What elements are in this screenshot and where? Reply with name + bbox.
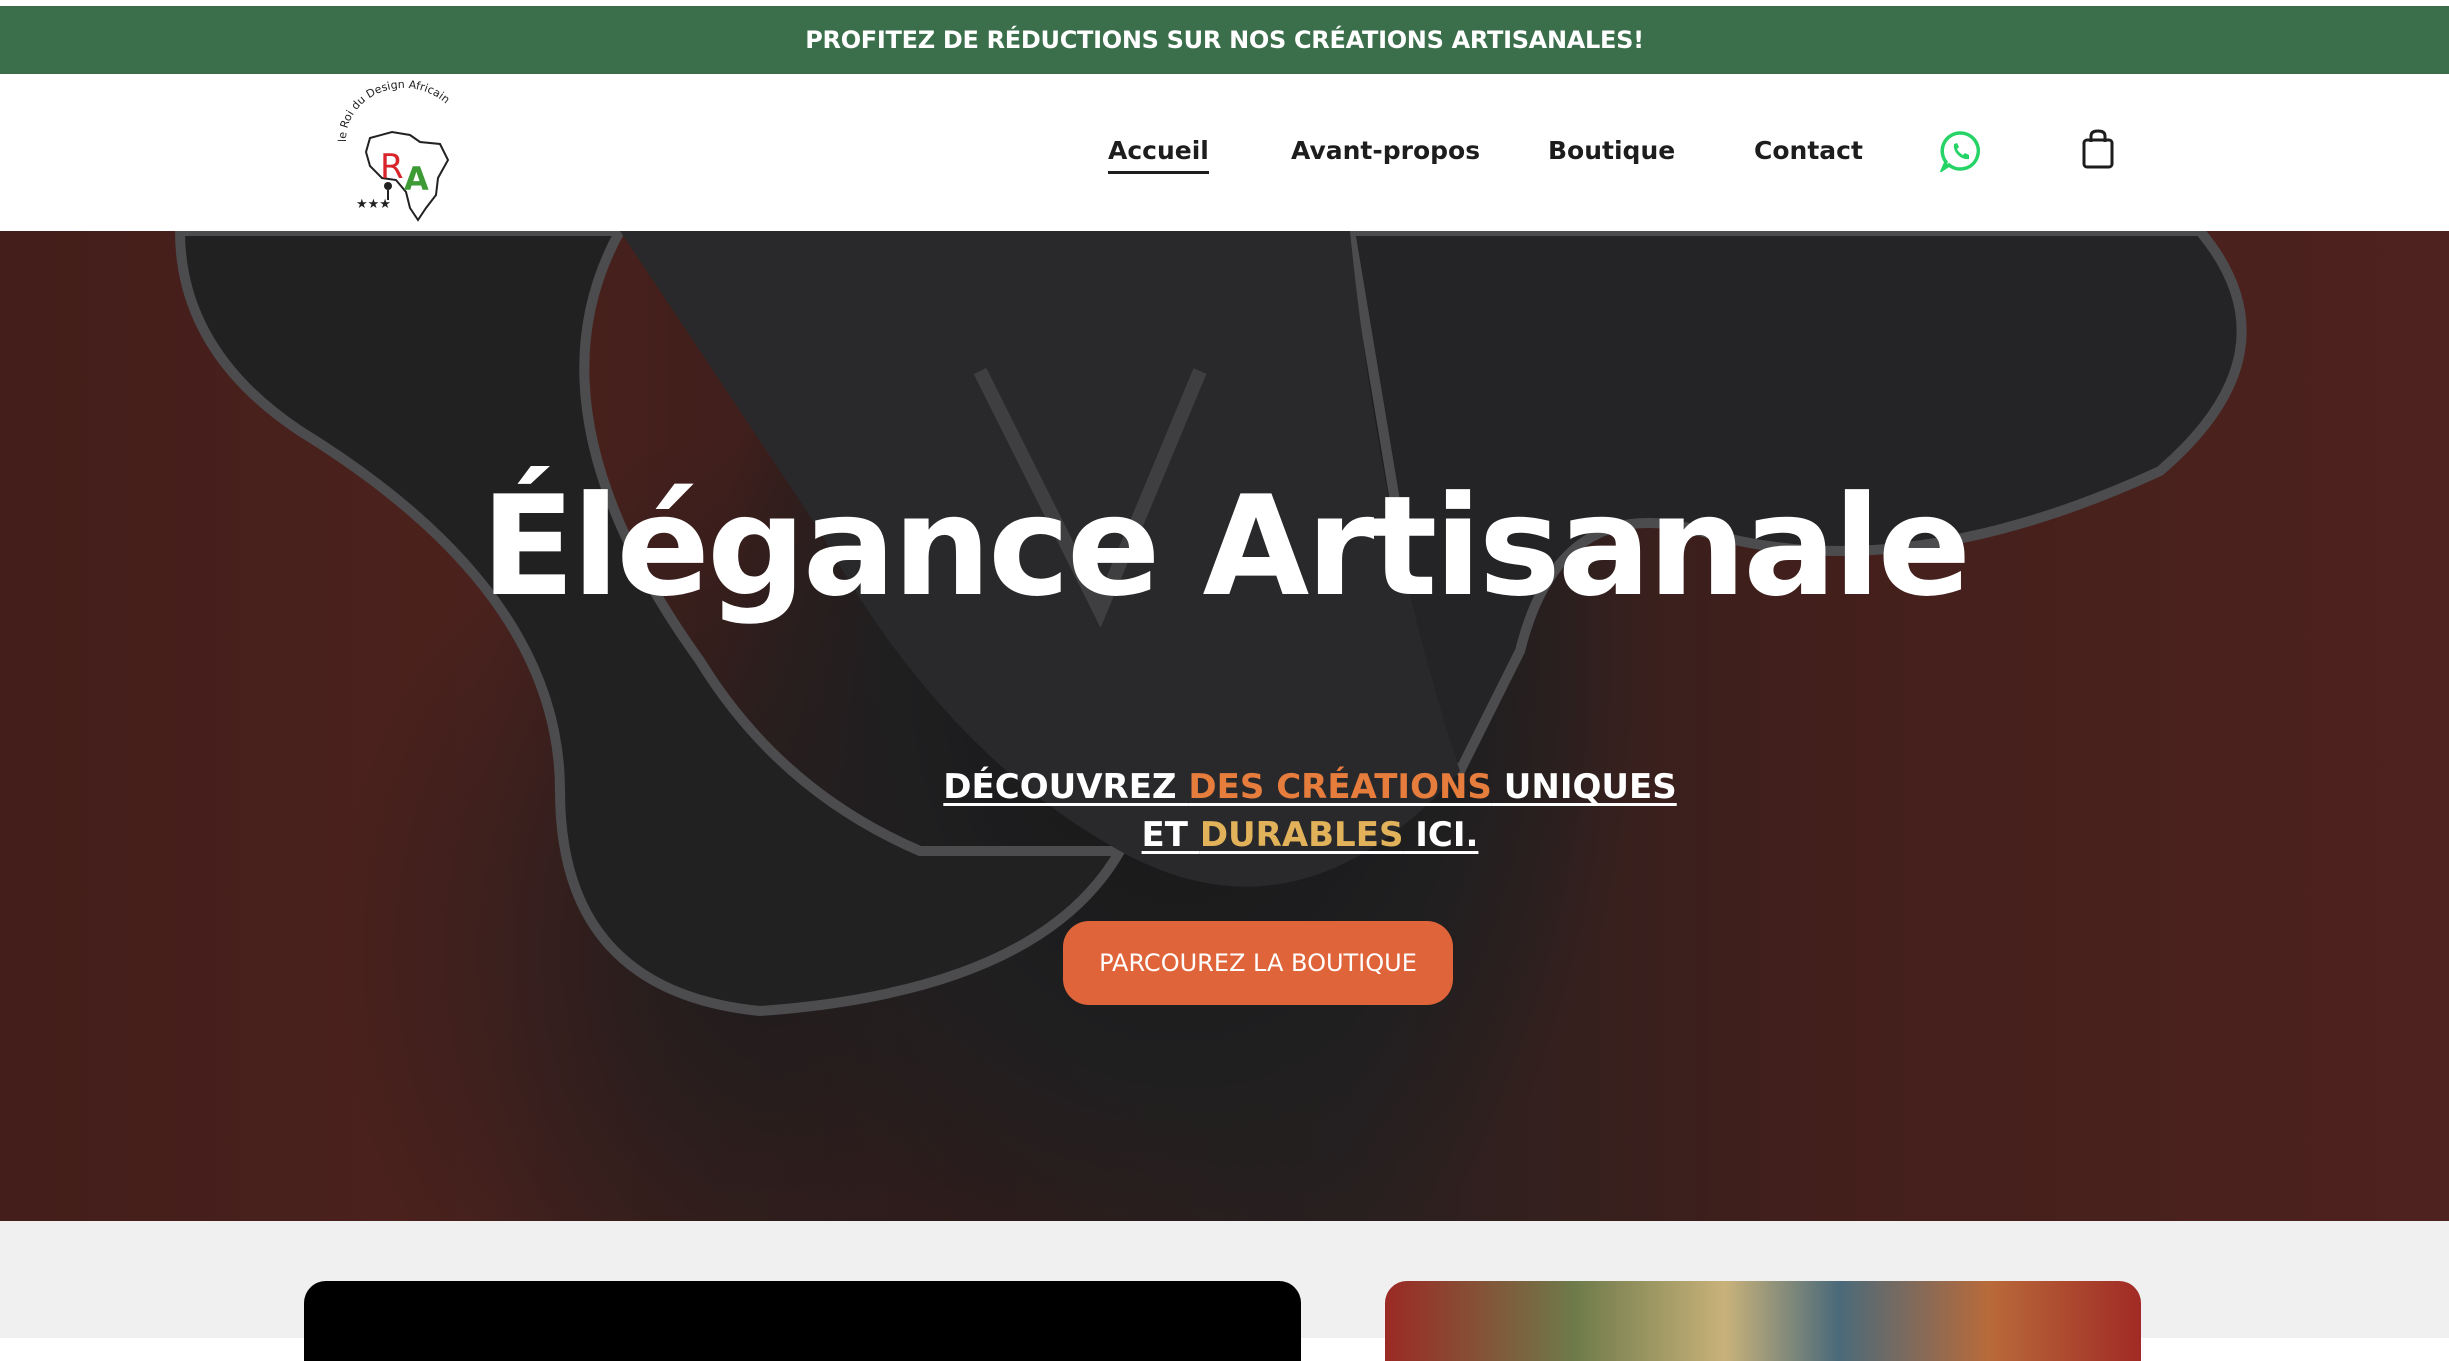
- logo-figure-icon: [384, 182, 392, 190]
- promo-text: PROFITEZ DE RÉDUCTIONS SUR NOS CRÉATIONS…: [805, 26, 1644, 54]
- whatsapp-icon[interactable]: [1940, 130, 1982, 172]
- hero-title: Élégance Artisanale: [480, 466, 1971, 627]
- shopping-bag-icon[interactable]: [2080, 128, 2116, 170]
- featured-card-video[interactable]: [304, 1281, 1301, 1361]
- logo-stars: ★★★: [356, 197, 391, 212]
- hero-subtitle: DÉCOUVREZ DES CRÉATIONS UNIQUES ET DURAB…: [943, 767, 1677, 855]
- nav-contact[interactable]: Contact: [1754, 136, 1863, 176]
- site-logo[interactable]: le Roi du Design Africain R A ★★★: [330, 80, 480, 225]
- promo-banner: PROFITEZ DE RÉDUCTIONS SUR NOS CRÉATIONS…: [0, 6, 2449, 74]
- hero-overlay: [0, 231, 2449, 1221]
- logo-letter-a: A: [404, 160, 429, 198]
- nav-boutique[interactable]: Boutique: [1548, 136, 1675, 176]
- shop-cta-button[interactable]: PARCOUREZ LA BOUTIQUE: [1063, 921, 1453, 1005]
- featured-card-image[interactable]: [1385, 1281, 2141, 1361]
- logo-letter-r: R: [380, 147, 404, 187]
- subtitle-highlight-creations: DES CRÉATIONS: [1188, 767, 1492, 807]
- nav-accueil[interactable]: Accueil: [1108, 136, 1209, 176]
- subtitle-highlight-durables: DURABLES: [1199, 815, 1404, 855]
- nav-avant-propos[interactable]: Avant-propos: [1291, 136, 1480, 176]
- hero-section: Élégance Artisanale DÉCOUVREZ DES CRÉATI…: [0, 231, 2449, 1221]
